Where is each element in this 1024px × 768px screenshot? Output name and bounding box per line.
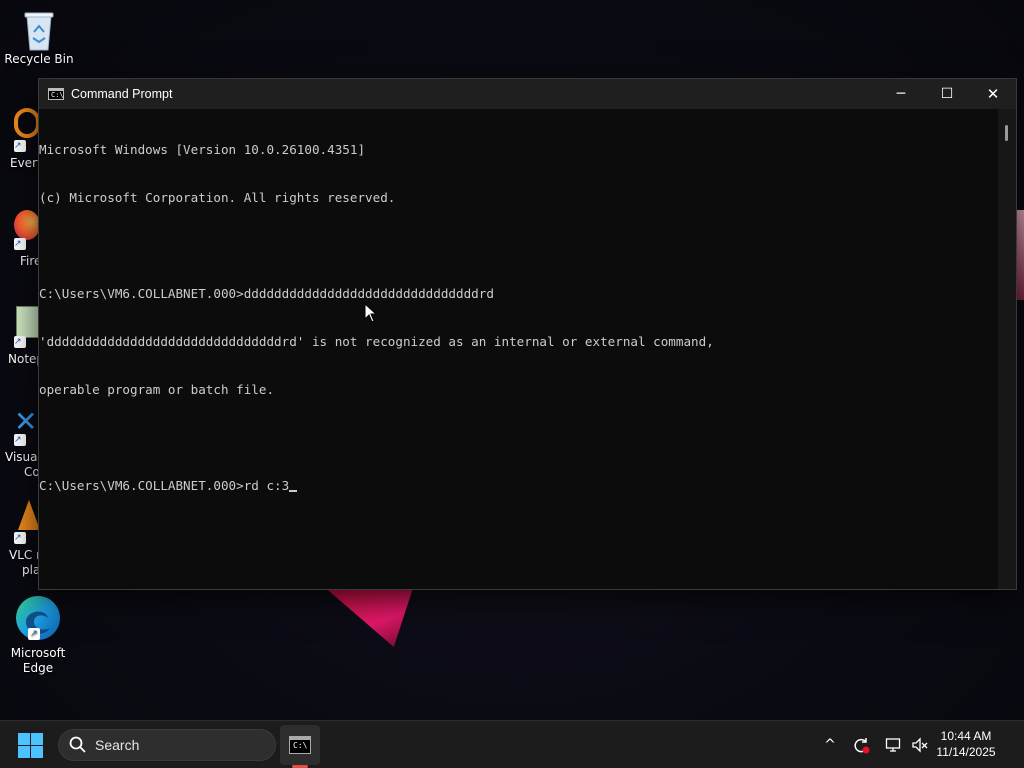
minimize-button[interactable]: ─ <box>878 79 924 109</box>
vertical-scrollbar[interactable] <box>998 109 1016 589</box>
sync-icon[interactable] <box>851 735 871 755</box>
shortcut-arrow-icon: ↗ <box>14 434 26 446</box>
system-clock[interactable]: 10:44 AM 11/14/2025 <box>926 728 1006 760</box>
shortcut-arrow-icon: ↗ <box>28 628 40 640</box>
console-line: (c) Microsoft Corporation. All rights re… <box>39 190 396 205</box>
search-icon <box>69 736 86 753</box>
desktop-icon-firefox[interactable]: ↗ Fire <box>0 208 41 274</box>
desktop-icon-label: Edge <box>22 661 54 675</box>
notepad-icon <box>16 306 40 338</box>
scrollbar-thumb[interactable] <box>1005 125 1008 141</box>
show-hidden-icons-chevron-icon[interactable]: ^ <box>820 735 840 755</box>
desktop-icon-visual-studio-code[interactable]: ✕ ↗ Visual Co <box>0 405 41 482</box>
console-current-input[interactable]: C:\Users\VM6.COLLABNET.000>rd c:3 <box>39 478 289 493</box>
vlc-icon <box>18 500 40 530</box>
window-titlebar[interactable]: C:\ Command Prompt ─ ☐ ✕ <box>39 79 1016 109</box>
desktop-icon-label: Recycle Bin <box>4 52 74 66</box>
taskbar-search-box[interactable]: Search <box>58 729 276 761</box>
mouse-pointer-icon <box>364 303 378 323</box>
shortcut-arrow-icon: ↗ <box>14 532 26 544</box>
text-cursor <box>289 490 298 492</box>
console-line: 'dddddddddddddddddddddddddddddddrd' is n… <box>39 334 714 349</box>
vscode-icon: ✕ <box>14 405 38 438</box>
shortcut-arrow-icon: ↗ <box>14 238 26 250</box>
console-output[interactable]: Microsoft Windows [Version 10.0.26100.43… <box>39 109 998 589</box>
recycle-bin-icon <box>19 8 59 51</box>
start-button[interactable] <box>18 733 44 759</box>
wallpaper-shape <box>322 585 414 647</box>
taskbar: Search C:\ ^ 10:44 AM 11/14/2025 <box>0 720 1024 768</box>
desktop-icon-notepad[interactable]: ↗ Notep <box>0 304 44 370</box>
search-placeholder: Search <box>95 737 140 753</box>
desktop-icon-microsoft-edge[interactable]: ↗ Microsoft Edge <box>0 594 76 676</box>
close-button[interactable]: ✕ <box>970 79 1016 109</box>
network-icon[interactable] <box>884 735 904 755</box>
desktop-icon-vlc[interactable]: ↗ VLC n pla <box>0 496 44 580</box>
shortcut-arrow-icon: ↗ <box>14 336 26 348</box>
window-title: Command Prompt <box>71 87 173 101</box>
clock-time: 10:44 AM <box>940 729 992 743</box>
firefox-icon <box>14 210 40 240</box>
everything-icon <box>14 108 40 138</box>
command-prompt-window[interactable]: C:\ Command Prompt ─ ☐ ✕ Microsoft Windo… <box>38 78 1017 590</box>
windows-logo-icon <box>18 733 30 745</box>
shortcut-arrow-icon: ↗ <box>14 140 26 152</box>
command-prompt-icon: C:\ <box>289 736 311 754</box>
desktop-icon-everything[interactable]: ↗ Every <box>0 108 44 174</box>
desktop-icon-label: Microsoft <box>10 646 66 660</box>
console-line: C:\Users\VM6.COLLABNET.000>ddddddddddddd… <box>39 286 494 301</box>
console-line: Microsoft Windows [Version 10.0.26100.43… <box>39 142 366 157</box>
desktop-icon-recycle-bin[interactable]: Recycle Bin <box>1 8 77 67</box>
console-line: operable program or batch file. <box>39 382 275 397</box>
clock-date: 11/14/2025 <box>936 745 996 759</box>
console-prompt-line[interactable]: C:\Users\VM6.COLLABNET.000>rd c:3 <box>39 478 998 494</box>
command-prompt-icon: C:\ <box>48 88 64 100</box>
taskbar-command-prompt-button[interactable]: C:\ <box>280 725 320 765</box>
edge-icon: ↗ <box>14 594 62 642</box>
maximize-button[interactable]: ☐ <box>924 79 970 109</box>
